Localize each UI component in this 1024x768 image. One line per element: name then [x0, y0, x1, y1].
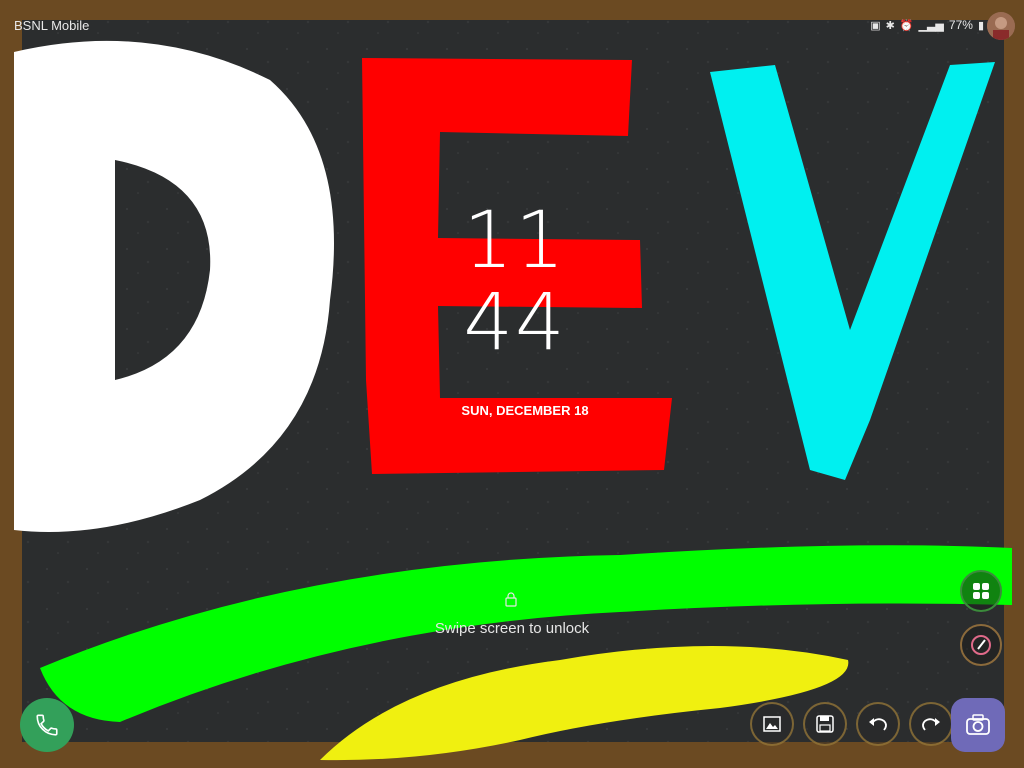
avatar[interactable]	[987, 12, 1015, 40]
status-icons: ▣ ✱ ⏰ ▁▃▅ 77% ▮	[870, 18, 984, 32]
redo-button[interactable]	[909, 702, 953, 746]
pen-icon	[971, 635, 991, 655]
clock: 11 44	[460, 200, 570, 364]
battery-percentage: 77%	[948, 18, 973, 32]
clock-hour: 11	[463, 196, 567, 286]
gallery-button[interactable]	[750, 702, 794, 746]
unlock-hint[interactable]: Swipe screen to unlock	[380, 620, 644, 637]
signal-icon: ▁▃▅	[918, 19, 944, 32]
camera-shortcut[interactable]	[951, 698, 1005, 752]
phone-shortcut[interactable]	[20, 698, 74, 752]
phone-icon	[36, 714, 58, 736]
apps-edge-button[interactable]	[960, 570, 1002, 612]
gallery-icon	[763, 716, 781, 732]
save-icon	[816, 715, 834, 733]
camera-icon	[966, 714, 990, 735]
undo-icon	[869, 718, 887, 731]
apps-icon	[973, 583, 989, 599]
undo-button[interactable]	[856, 702, 900, 746]
alarm-icon: ⏰	[899, 19, 914, 32]
lock-icon	[503, 591, 519, 607]
date-label: SUN, DECEMBER 18	[461, 403, 589, 418]
save-button[interactable]	[803, 702, 847, 746]
battery-icon: ▮	[977, 19, 984, 32]
carrier-name: BSNL Mobile	[14, 18, 90, 33]
user-photo-icon	[987, 12, 1015, 40]
redo-icon	[922, 718, 940, 731]
bluetooth-icon: ✱	[885, 19, 895, 32]
draw-edge-button[interactable]	[960, 624, 1002, 666]
sim-card-icon: ▣	[870, 19, 881, 32]
clock-minute: 44	[463, 278, 567, 368]
wallpaper	[0, 0, 1024, 768]
